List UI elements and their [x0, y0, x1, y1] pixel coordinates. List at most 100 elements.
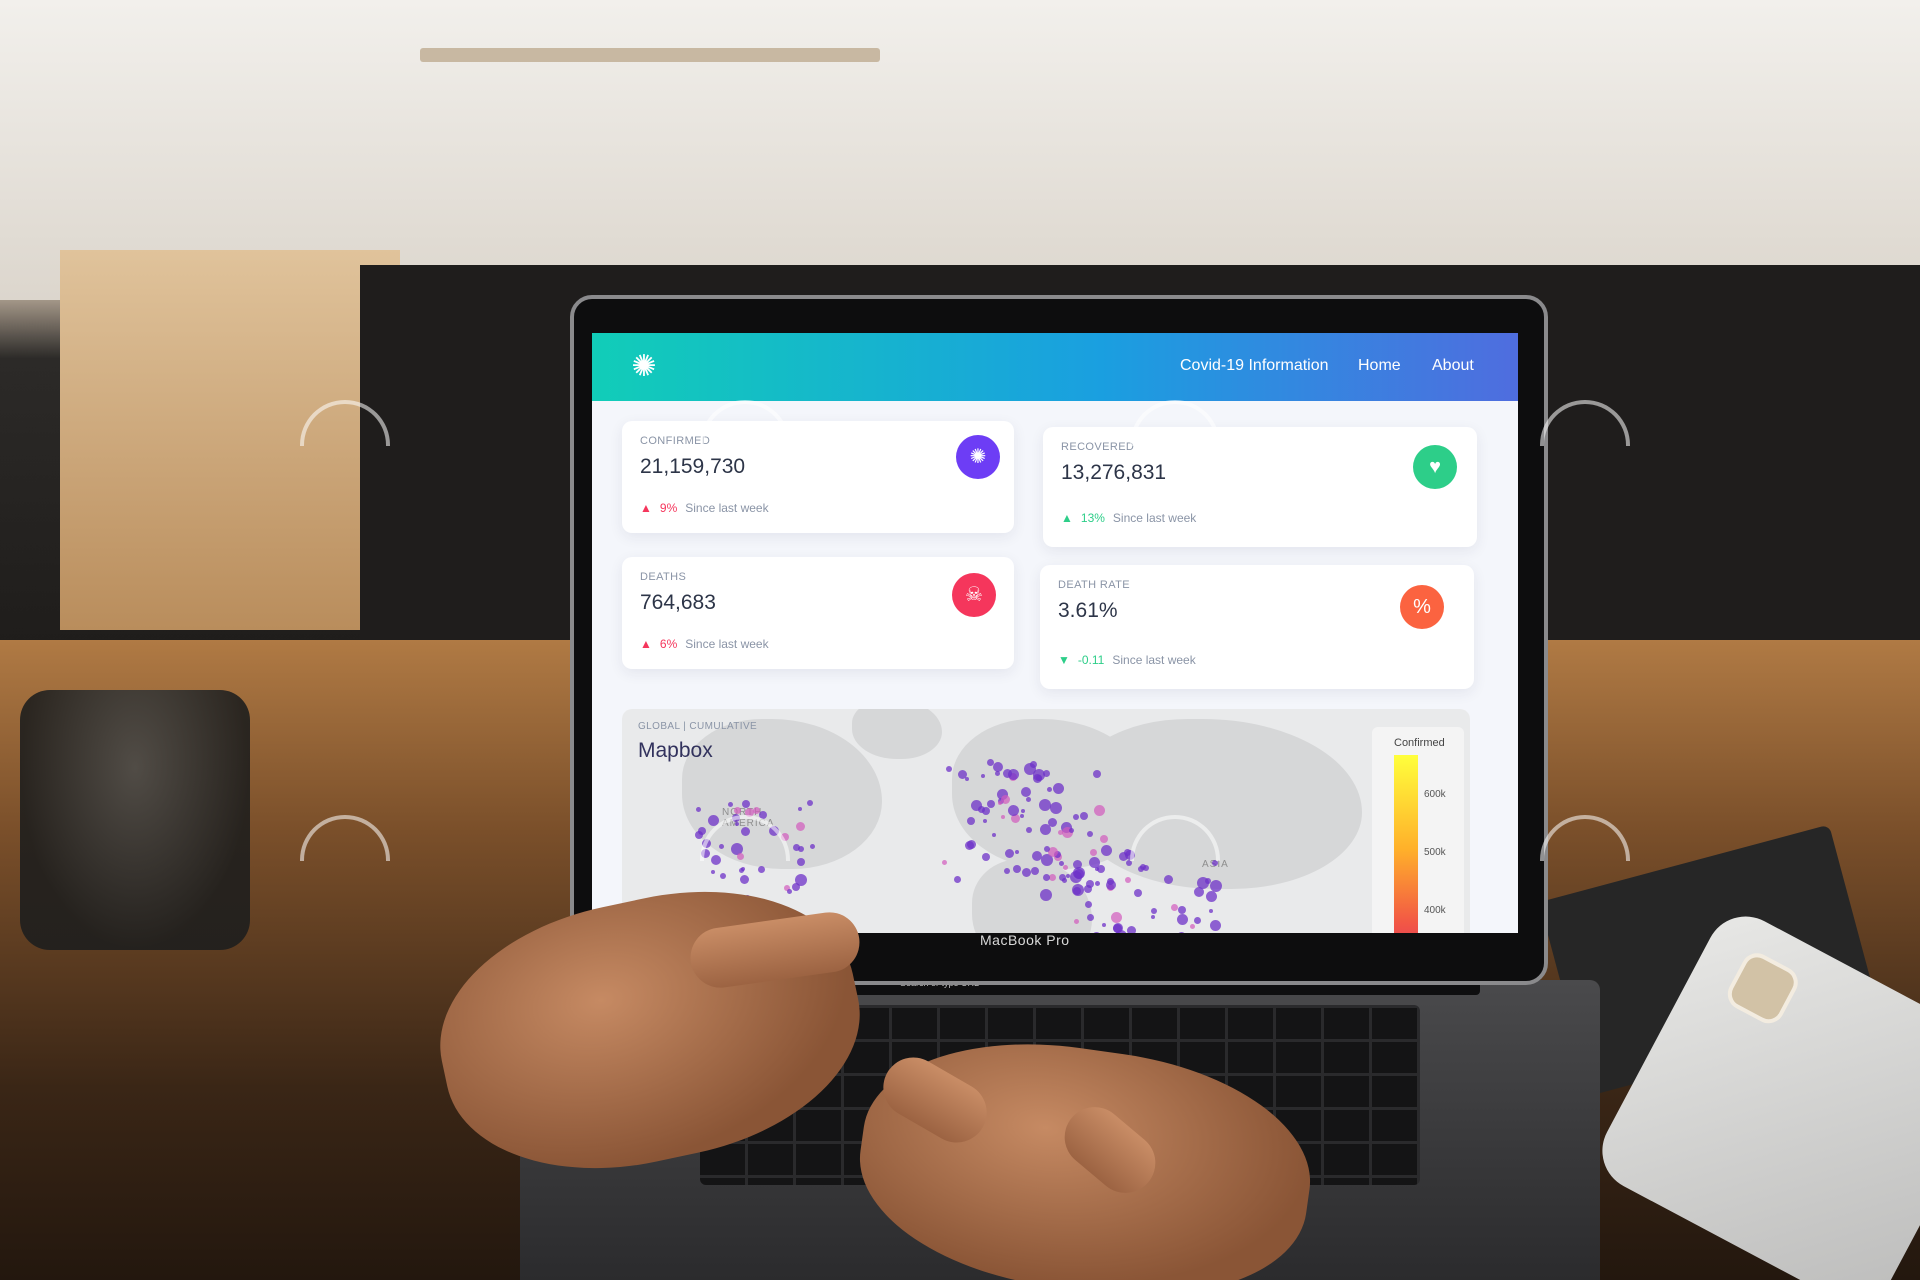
stat-value: 764,683 [640, 591, 716, 614]
case-marker [1072, 814, 1079, 821]
case-marker [758, 866, 766, 874]
case-marker [796, 857, 805, 866]
case-marker [741, 799, 750, 808]
case-marker [1086, 913, 1094, 921]
stat-footer: ▼ -0.11 Since last week [1058, 653, 1196, 667]
laptop-screen: ✺ Covid-19 Information Home About Confir… [592, 333, 1518, 933]
arrow-up-icon: ▲ [1061, 511, 1073, 525]
case-marker [965, 776, 970, 781]
case-marker [734, 806, 741, 814]
case-marker [1151, 907, 1158, 914]
case-marker [1021, 867, 1031, 877]
legend-tick: 500k [1424, 847, 1446, 858]
case-marker [1209, 880, 1222, 893]
case-marker [1209, 919, 1221, 931]
case-marker [734, 822, 739, 827]
top-navbar: ✺ Covid-19 Information Home About [592, 333, 1518, 401]
case-marker [1042, 769, 1050, 777]
stat-since: Since last week [1112, 511, 1197, 525]
virus-icon: ✺ [956, 435, 1000, 479]
case-marker [1073, 918, 1079, 924]
case-marker [1208, 908, 1213, 913]
case-marker [1205, 891, 1217, 903]
case-marker [1047, 817, 1057, 827]
laptop-brand-label: MacBook Pro [980, 932, 1070, 948]
stat-card-death-rate: Death Rate 3.61% % ▼ -0.11 Since last week [1040, 565, 1474, 689]
legend-tick: 400k [1424, 905, 1446, 916]
case-marker [744, 807, 754, 817]
case-marker [1049, 801, 1062, 814]
arrow-up-icon: ▲ [640, 501, 652, 515]
case-marker [1030, 867, 1039, 876]
stat-card-confirmed: Confirmed 21,159,730 ✺ ▲ 9% Since last wee… [622, 421, 1014, 533]
nav-about[interactable]: About [1432, 357, 1474, 375]
map-breadcrumb: Global | Cumulative [638, 721, 758, 732]
case-marker [1003, 867, 1010, 874]
glass-jar [20, 690, 250, 950]
wooden-counter [60, 250, 400, 630]
case-marker [1190, 923, 1196, 929]
case-marker [791, 883, 800, 892]
arrow-down-icon: ▼ [1058, 653, 1070, 667]
case-marker [1194, 887, 1205, 898]
heart-icon: ♥ [1413, 445, 1457, 489]
case-marker [1095, 881, 1101, 887]
stat-label: Recovered [1061, 441, 1135, 453]
case-marker [1133, 889, 1142, 898]
case-marker [740, 874, 750, 884]
case-marker [1211, 860, 1218, 867]
case-marker [780, 832, 789, 841]
case-marker [946, 766, 953, 773]
case-marker [1063, 864, 1069, 870]
case-marker [1124, 850, 1135, 861]
case-marker [701, 848, 711, 858]
case-marker [967, 816, 976, 825]
case-marker [1092, 769, 1101, 778]
nav-covid-information[interactable]: Covid-19 Information [1180, 357, 1329, 375]
case-marker [1072, 866, 1085, 879]
virus-icon[interactable]: ✺ [628, 351, 660, 383]
legend-tick: 600k [1424, 789, 1446, 800]
case-marker [810, 843, 816, 849]
case-marker [977, 805, 985, 813]
case-marker [942, 859, 948, 865]
case-marker [1139, 864, 1146, 871]
case-marker [1176, 913, 1188, 925]
case-marker [964, 840, 974, 850]
stat-value: 21,159,730 [640, 455, 746, 478]
stat-delta: 13% [1080, 511, 1105, 525]
case-marker [710, 869, 715, 874]
stat-label: Deaths [640, 571, 687, 583]
map-title: Mapbox [638, 739, 713, 762]
stat-value: 3.61% [1058, 599, 1118, 622]
case-marker [1177, 931, 1187, 933]
case-marker [1093, 804, 1105, 816]
stat-value: 13,276,831 [1061, 461, 1167, 484]
stat-delta: -0.11 [1077, 653, 1105, 667]
percent-icon: % [1400, 585, 1444, 629]
case-marker [768, 825, 779, 836]
stat-delta: 6% [659, 637, 678, 651]
case-marker [718, 844, 724, 850]
stat-footer: ▲ 13% Since last week [1061, 511, 1196, 525]
case-marker [710, 855, 721, 866]
case-marker [1020, 786, 1031, 797]
case-marker [1083, 884, 1092, 893]
case-marker [702, 839, 712, 849]
legend-title: Confirmed [1394, 737, 1445, 749]
case-marker [1001, 815, 1006, 820]
case-marker [1025, 827, 1032, 834]
case-marker [981, 773, 986, 778]
case-marker [1019, 814, 1024, 819]
map-land-greenland [852, 709, 942, 759]
skull-icon: ☠ [952, 573, 996, 617]
case-marker [1013, 864, 1022, 873]
nav-home[interactable]: Home [1358, 357, 1401, 375]
case-marker [806, 799, 813, 806]
case-marker [1084, 900, 1092, 908]
case-marker [1111, 912, 1123, 924]
case-marker [1032, 773, 1042, 783]
wall-shelf [420, 48, 880, 62]
legend-color-scale [1394, 755, 1418, 933]
case-marker [1127, 926, 1137, 933]
